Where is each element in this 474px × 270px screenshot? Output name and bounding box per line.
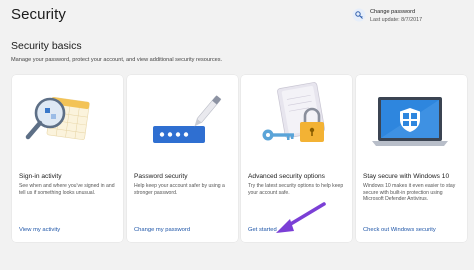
card-description: See when and where you've signed in and … [19,183,115,196]
change-my-password-link[interactable]: Change my password [134,227,190,233]
section-description: Manage your password, protect your accou… [11,57,223,63]
change-password-link[interactable]: Change password [370,9,415,15]
card-description: Try the latest security options to help … [248,183,344,196]
view-my-activity-link[interactable]: View my activity [19,227,60,233]
card-title: Password security [134,173,188,180]
card-title: Stay secure with Windows 10 [363,173,450,180]
card-title: Sign-in activity [19,173,62,180]
laptop-shield-icon [372,97,448,146]
section-title: Security basics [11,40,82,52]
page-title: Security [11,6,66,23]
card-sign-in-activity: Sign-in activity See when and where you'… [12,75,123,242]
key-lock-book-icon [262,82,325,142]
annotation-arrow-icon [276,202,326,233]
magnifier-calendar-icon [25,96,90,140]
card-password-security: Password security Help keep your account… [127,75,238,242]
password-info[interactable]: Change password Last update: 8/7/2017 [352,7,470,25]
card-description: Help keep your account safer by using a … [134,183,225,196]
password-pen-icon [153,95,222,143]
card-title: Advanced security options [248,173,325,180]
card-stay-secure-windows-10: Stay secure with Windows 10 Windows 10 m… [356,75,467,242]
password-last-update: Last update: 8/7/2017 [370,17,423,23]
check-out-windows-security-link[interactable]: Check out Windows security [363,227,436,233]
password-key-icon [352,8,366,22]
card-description: Windows 10 makes it even easier to stay … [363,183,456,203]
